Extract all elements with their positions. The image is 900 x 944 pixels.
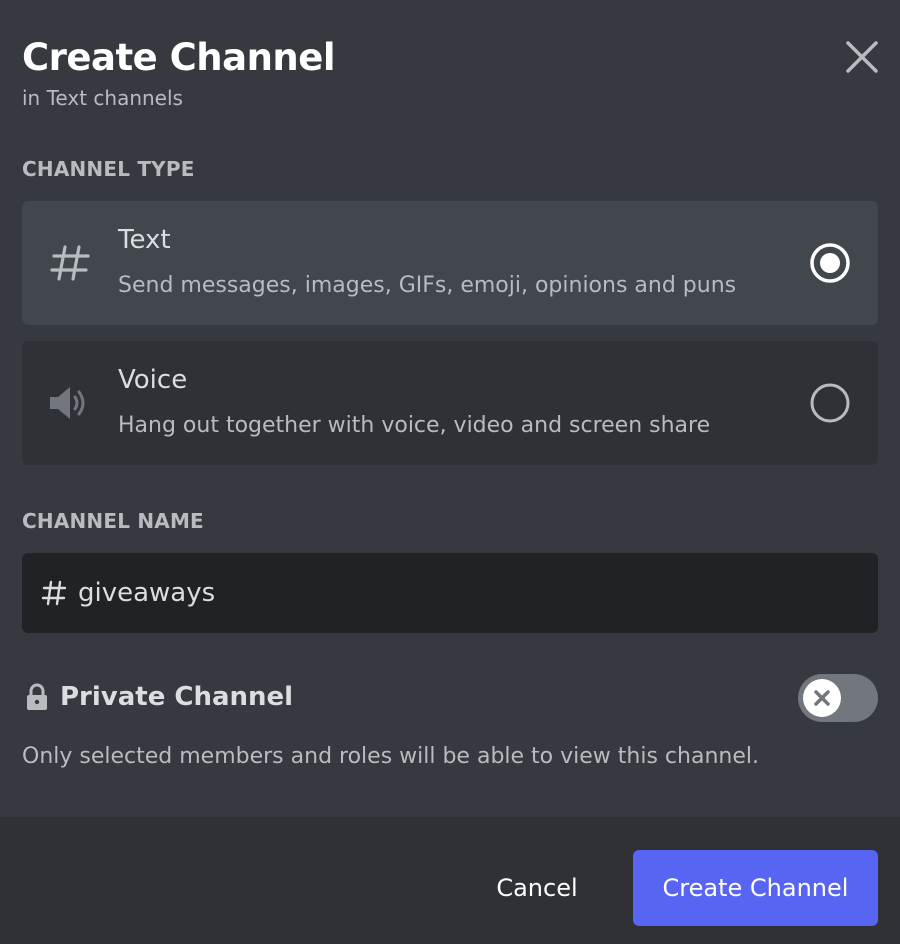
channel-type-name: Text	[118, 225, 171, 255]
private-channel-label: Private Channel	[60, 682, 294, 712]
lock-icon	[26, 683, 48, 711]
create-channel-button[interactable]: Create Channel	[633, 850, 878, 926]
hash-icon	[46, 241, 94, 285]
dialog-subtitle: in Text channels	[22, 86, 183, 110]
create-channel-modal: Create Channel in Text channels CHANNEL …	[0, 0, 900, 944]
channel-type-description: Hang out together with voice, video and …	[118, 413, 711, 438]
dialog-title: Create Channel	[22, 36, 336, 79]
channel-type-name: Voice	[118, 365, 188, 395]
toggle-knob	[803, 679, 841, 717]
channel-type-label: CHANNEL TYPE	[22, 157, 195, 181]
channel-name-label: CHANNEL NAME	[22, 509, 204, 533]
speaker-icon	[46, 381, 94, 425]
private-channel-description: Only selected members and roles will be …	[22, 744, 759, 769]
channel-type-option-text[interactable]: Text Send messages, images, GIFs, emoji,…	[22, 201, 878, 325]
radio-button-unselected[interactable]	[808, 381, 852, 425]
radio-button-selected[interactable]	[808, 241, 852, 285]
cancel-button[interactable]: Cancel	[476, 850, 598, 926]
channel-name-field	[22, 553, 878, 633]
channel-type-option-voice[interactable]: Voice Hang out together with voice, vide…	[22, 341, 878, 465]
channel-type-description: Send messages, images, GIFs, emoji, opin…	[118, 273, 737, 298]
dialog-footer: Cancel Create Channel	[0, 817, 900, 944]
x-icon	[814, 690, 830, 706]
private-channel-toggle[interactable]	[798, 674, 878, 722]
hash-icon	[40, 579, 68, 607]
close-icon	[846, 41, 878, 73]
channel-name-input[interactable]	[78, 553, 858, 633]
close-button[interactable]	[836, 31, 888, 83]
